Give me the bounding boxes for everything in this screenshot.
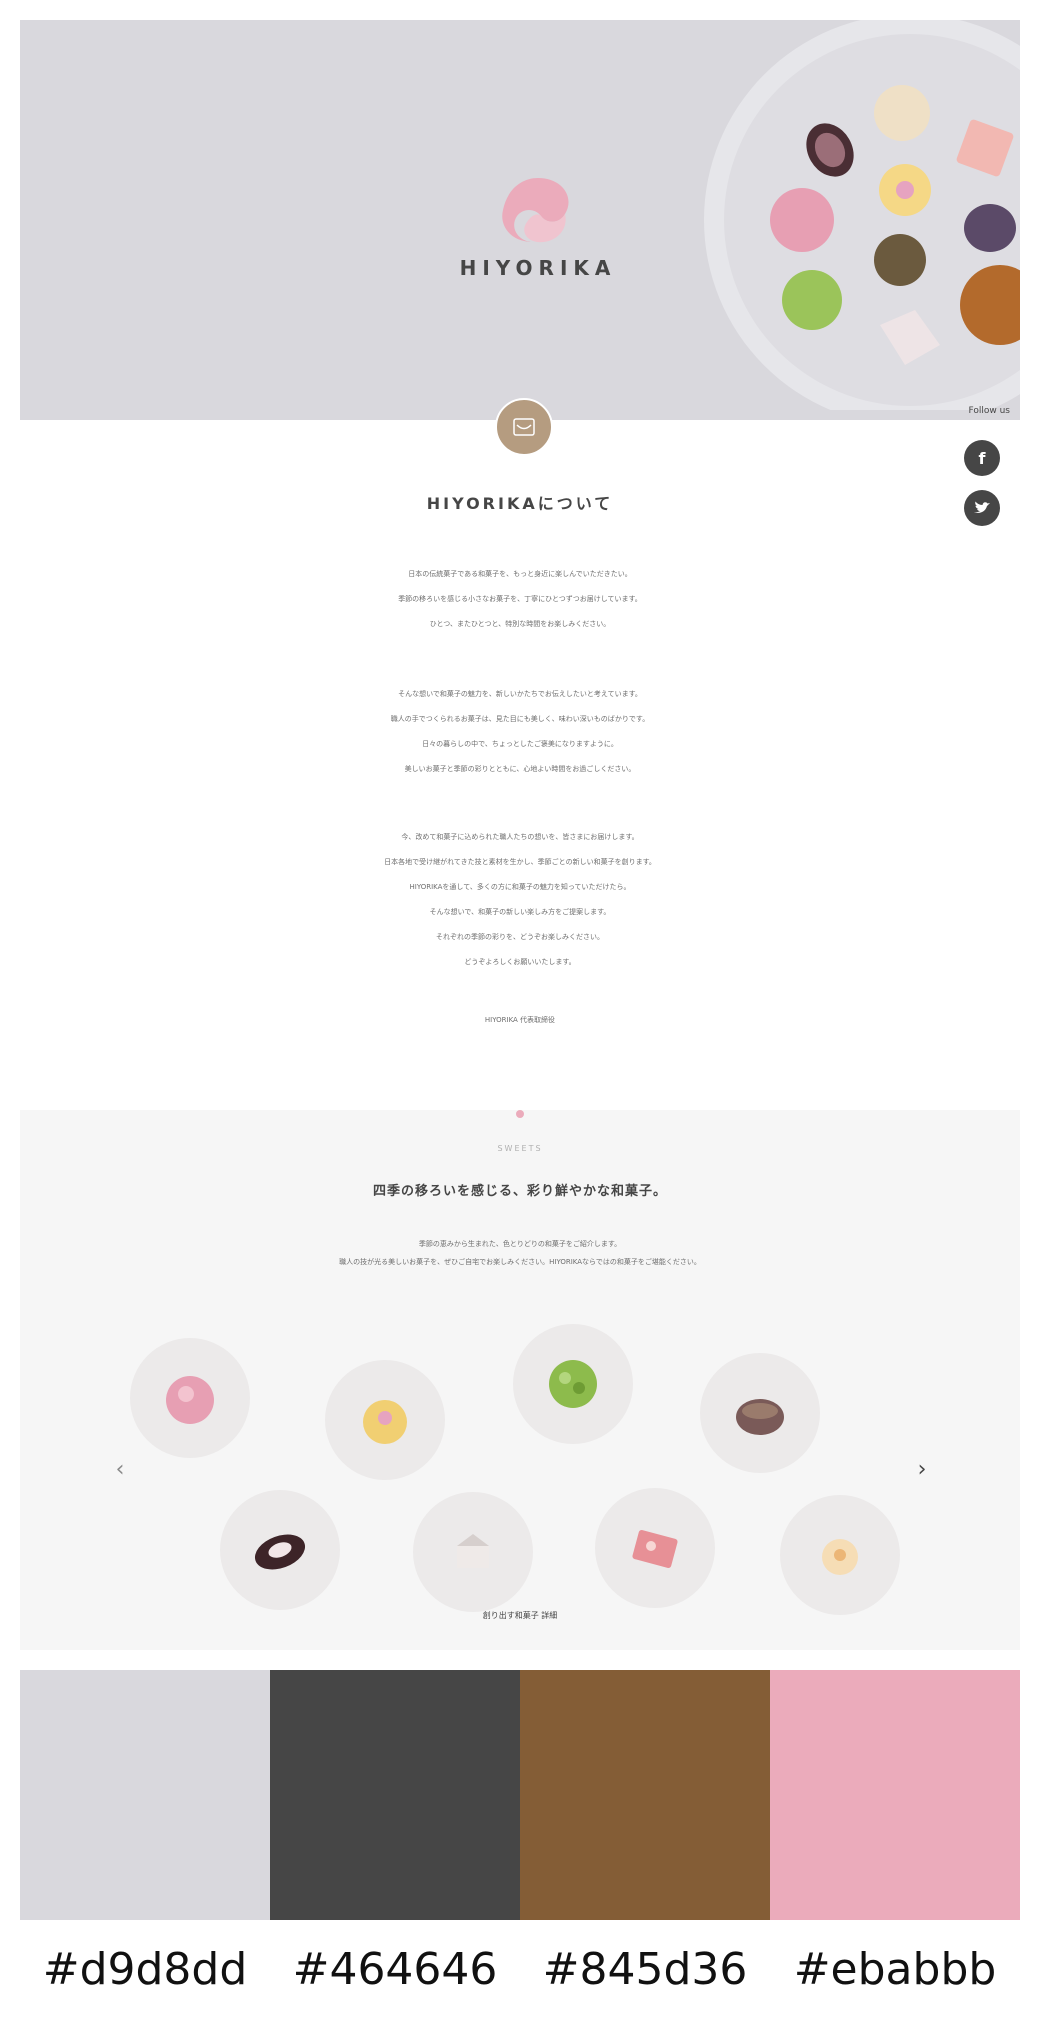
swatch-1 — [20, 1670, 270, 1920]
about-title: HIYORIKAについて — [426, 494, 614, 513]
sweets-more-link[interactable]: 創り出す和菓子 詳細 — [20, 1610, 1020, 1621]
sweet-item-yellow[interactable] — [325, 1360, 445, 1480]
about-text-line: そんな想いで、和菓子の新しい楽しみ方をご提案します。 — [429, 908, 611, 916]
about-section: f HIYORIKAについて 日本の伝統菓子である和菓子を、もっと身近に楽しんで… — [20, 398, 1020, 1110]
sweet-item-pink[interactable] — [130, 1338, 250, 1458]
dark-sweet-icon — [254, 1534, 306, 1570]
sweet-item-cream[interactable] — [780, 1495, 900, 1615]
sweets-plate-image — [704, 20, 1020, 410]
swatch-3 — [520, 1670, 770, 1920]
logo-text: HIYORIKA — [459, 256, 617, 280]
white-sweet-icon — [457, 1534, 489, 1568]
hero-banner: HIYORIKA Follow us — [20, 20, 1020, 420]
swatch-label-1: #d9d8dd — [42, 1944, 248, 1995]
sweet-item-dark[interactable] — [220, 1490, 340, 1610]
brown-sweet-icon — [736, 1399, 784, 1435]
facebook-icon: f — [978, 448, 986, 468]
swatch-label-2: #464646 — [292, 1944, 498, 1995]
about-paragraph-2: そんな想いで和菓子の魅力を、新しいかたちでお伝えしたいと考えています。 職人の手… — [270, 682, 770, 782]
logo-mark-icon — [502, 178, 569, 243]
swatch-4 — [770, 1670, 1020, 1920]
sweet-item-white[interactable] — [413, 1492, 533, 1612]
swatch-label-3: #845d36 — [542, 1944, 748, 1995]
about-text-line: 美しいお菓子と季節の彩りとともに、心地よい時間をお過ごしください。 — [404, 765, 636, 773]
palette-labels: #d9d8dd #464646 #845d36 #ebabbb — [20, 1935, 1020, 2005]
sweet-item-red[interactable] — [595, 1488, 715, 1608]
about-text-line: 日本の伝統菓子である和菓子を、もっと身近に楽しんでいただきたい。 — [408, 570, 632, 578]
follow-label: Follow us — [968, 406, 1010, 416]
about-paragraph-3: 今、改めて和菓子に込められた職人たちの想いを、皆さまにお届けします。 日本各地で… — [270, 825, 770, 975]
brand-logo[interactable]: HIYORIKA — [438, 170, 638, 280]
cream-sweet-icon — [822, 1539, 858, 1575]
about-text-line: 日々の暮らしの中で、ちょっとしたご褒美になりますように。 — [422, 740, 618, 748]
about-paragraph-1: 日本の伝統菓子である和菓子を、もっと身近に楽しんでいただきたい。 季節の移ろいを… — [270, 562, 770, 637]
wagashi-badge-icon — [495, 398, 553, 456]
sweets-desc-line: 季節の恵みから生まれた、色とりどりの和菓子をご紹介します。 — [418, 1240, 622, 1248]
about-text-line: 日本各地で受け継がれてきた技と素材を生かし、季節ごとの新しい和菓子を創ります。 — [384, 858, 656, 866]
about-text-line: どうぞよろしくお願いいたします。 — [464, 958, 576, 966]
carousel-next-button[interactable]: › — [910, 1455, 934, 1485]
pink-sweet-icon — [166, 1376, 214, 1424]
green-sweet-icon — [549, 1360, 597, 1408]
sweets-description: 季節の恵みから生まれた、色とりどりの和菓子をご紹介します。 職人の技が光る美しい… — [20, 1235, 1020, 1271]
about-text-line: 職人の手でつくられるお菓子は、見た目にも美しく、味わい深いものばかりです。 — [390, 715, 650, 723]
color-palette — [20, 1670, 1020, 1920]
sweets-title: 四季の移ろいを感じる、彩り鮮やかな和菓子。 — [372, 1184, 667, 1199]
sweets-section: SWEETS 四季の移ろいを感じる、彩り鮮やかな和菓子。 季節の恵みから生まれた… — [20, 1110, 1020, 1650]
sweets-eyebrow: SWEETS — [497, 1144, 543, 1153]
about-text-line: 今、改めて和菓子に込められた職人たちの想いを、皆さまにお届けします。 — [401, 833, 639, 841]
carousel-prev-button[interactable]: ‹ — [108, 1455, 132, 1485]
red-sweet-icon — [632, 1530, 678, 1568]
sweet-item-green[interactable] — [513, 1324, 633, 1444]
swatch-label-4: #ebabbb — [793, 1944, 997, 1995]
about-text-line: そんな想いで和菓子の魅力を、新しいかたちでお伝えしたいと考えています。 — [398, 690, 642, 698]
section-dot — [516, 1110, 524, 1118]
about-text-line: 季節の移ろいを感じる小さなお菓子を、丁寧にひとつずつお届けしています。 — [398, 595, 642, 603]
heart-icon — [513, 418, 535, 436]
swatch-2 — [270, 1670, 520, 1920]
facebook-button[interactable]: f — [964, 440, 1000, 476]
yellow-sweet-icon — [363, 1400, 407, 1444]
sweet-item-brown[interactable] — [700, 1353, 820, 1473]
sweets-desc-line: 職人の技が光る美しいお菓子を、ぜひご自宅でお楽しみください。HIYORIKAなら… — [339, 1258, 701, 1266]
about-text-line: ひとつ、またひとつと、特別な時間をお楽しみください。 — [429, 620, 611, 628]
about-text-line: それぞれの季節の彩りを、どうぞお楽しみください。 — [436, 933, 604, 941]
about-text-line: HIYORIKAを通して、多くの方に和菓子の魅力を知っていただけたら。 — [409, 883, 631, 891]
about-signature: HIYORIKA 代表取締役 — [484, 1016, 556, 1024]
